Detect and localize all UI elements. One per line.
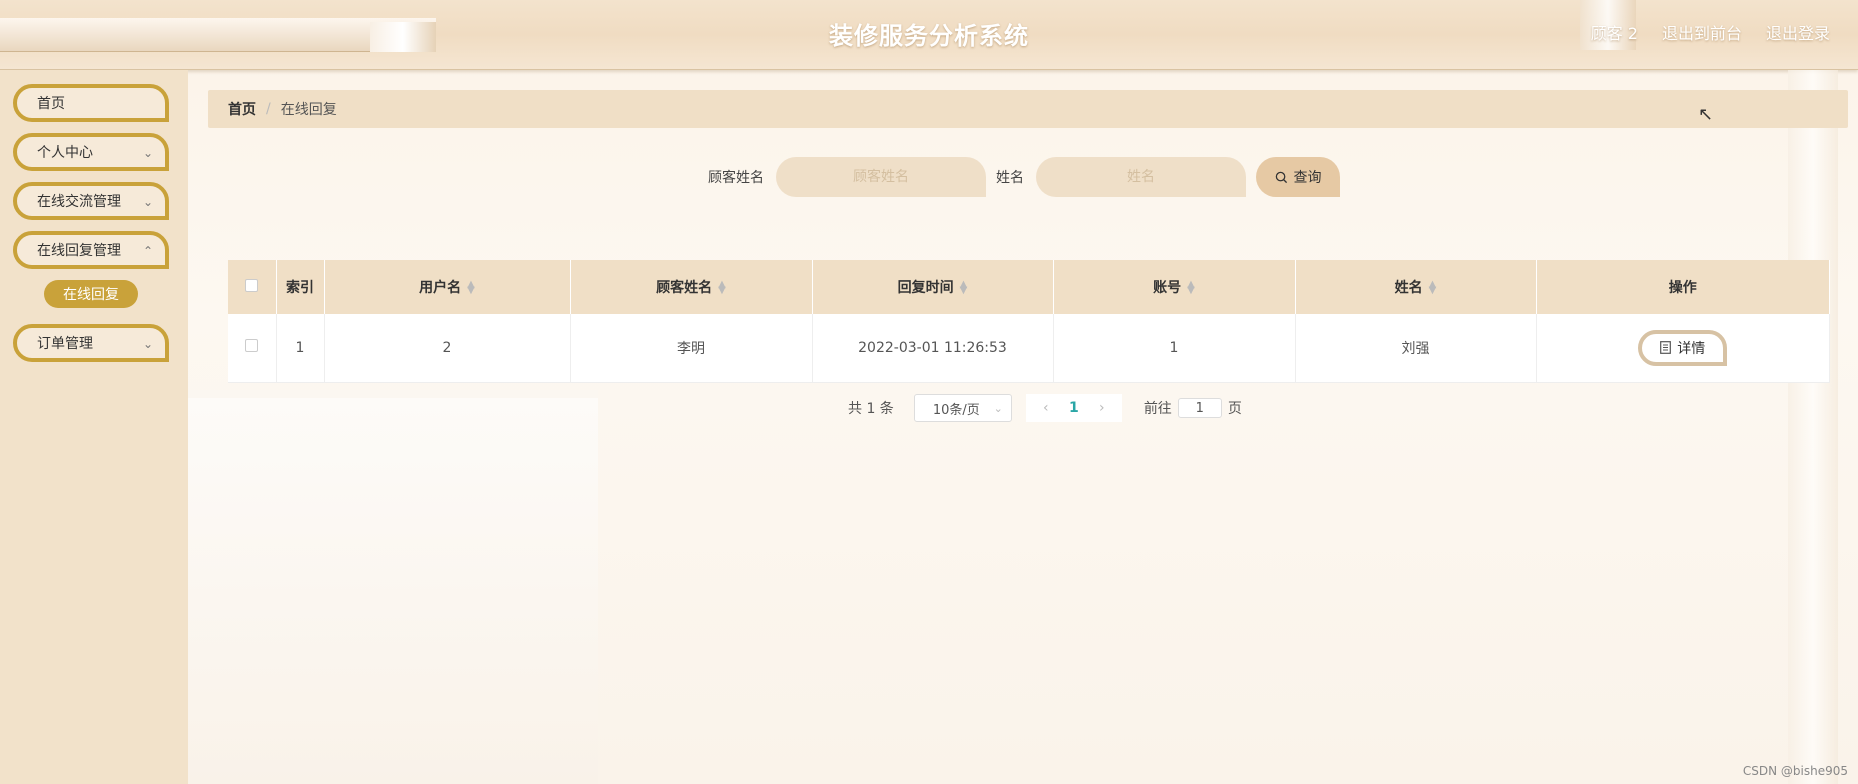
sort-icon[interactable]: ▲ ▼	[1187, 280, 1195, 296]
column-header-index: 索引	[276, 260, 325, 314]
detail-button-label: 详情	[1677, 339, 1706, 356]
name-label: 姓名	[996, 170, 1024, 186]
sidebar-item-label: 在线回复管理	[37, 243, 121, 259]
page-suffix: 页	[1227, 401, 1242, 417]
cell-username: 2	[324, 314, 571, 383]
pagination-total: 共 1 条	[848, 401, 894, 417]
column-header-username[interactable]: 用户名 ▲ ▼	[324, 260, 571, 314]
page-list: ‹ 1 ›	[1025, 394, 1122, 422]
sidebar-item-orders[interactable]: 订单管理 ⌄	[13, 324, 169, 362]
sidebar-item-label: 个人中心	[37, 145, 93, 161]
sidebar-item-home[interactable]: 首页	[13, 84, 169, 122]
current-user: 顾客 2	[1590, 24, 1638, 43]
cell-actions: 详情	[1536, 314, 1830, 383]
customer-name-input[interactable]	[776, 157, 986, 197]
sidebar-item-label: 首页	[37, 96, 65, 112]
column-header-actions: 操作	[1536, 260, 1830, 314]
logout-link[interactable]: 退出登录	[1766, 20, 1830, 44]
query-button[interactable]: 查询	[1256, 157, 1340, 197]
column-header-account[interactable]: 账号 ▲ ▼	[1053, 260, 1296, 314]
column-header-label: 姓名	[1394, 280, 1423, 296]
pagination: 共 1 条 10条/页 ⌄ ‹ 1 › 前往 页	[848, 394, 1242, 422]
cell-name: 刘强	[1295, 314, 1537, 383]
sort-icon[interactable]: ▲ ▼	[960, 280, 968, 296]
name-input[interactable]	[1036, 157, 1246, 197]
breadcrumb-home[interactable]: 首页	[228, 99, 256, 119]
customer-name-label: 顾客姓名	[708, 170, 764, 186]
watermark: CSDN @bishe905	[1742, 764, 1848, 778]
chevron-down-icon: ⌄	[993, 401, 1003, 415]
sidebar-item-online-chat[interactable]: 在线交流管理 ⌄	[13, 182, 169, 220]
column-header-customer-name[interactable]: 顾客姓名 ▲ ▼	[570, 260, 813, 314]
search-form: 顾客姓名 姓名 查询	[708, 157, 1340, 197]
detail-button[interactable]: 详情	[1638, 329, 1728, 366]
sidebar-item-label: 订单管理	[37, 336, 93, 352]
select-all-checkbox[interactable]	[245, 278, 259, 292]
query-button-label: 查询	[1293, 169, 1322, 185]
breadcrumb-current: 在线回复	[280, 102, 337, 118]
column-header-label: 账号	[1153, 280, 1182, 296]
chevron-down-icon: ⌄	[142, 195, 153, 209]
goto-page-input[interactable]	[1177, 398, 1222, 418]
back-to-front-link[interactable]: 退出到前台	[1662, 20, 1742, 44]
column-header-label: 用户名	[419, 280, 462, 296]
select-all-cell	[228, 260, 277, 314]
top-header: 装修服务分析系统 顾客 2 退出到前台 退出登录	[0, 0, 1858, 70]
sidebar-item-online-reply[interactable]: 在线回复管理 ⌃	[13, 231, 169, 269]
sort-icon[interactable]: ▲ ▼	[1429, 280, 1437, 296]
app-title: 装修服务分析系统	[829, 22, 1029, 50]
breadcrumb-separator: /	[266, 101, 271, 117]
row-select-cell	[228, 314, 277, 383]
background-decoration	[188, 390, 598, 784]
row-checkbox[interactable]	[245, 339, 259, 353]
column-header-label: 回复时间	[897, 280, 954, 296]
sidebar: 首页 个人中心 ⌄ 在线交流管理 ⌄ 在线回复管理 ⌃ 在线回复 订单管理 ⌄	[0, 70, 188, 784]
table-row: 1 2 李明 2022-03-01 11:26:53 1 刘强 详情	[228, 314, 1830, 383]
chevron-down-icon: ⌄	[142, 146, 153, 160]
sidebar-subitem-online-reply[interactable]: 在线回复	[44, 280, 138, 308]
column-header-reply-time[interactable]: 回复时间 ▲ ▼	[812, 260, 1054, 314]
sort-icon[interactable]: ▲ ▼	[467, 280, 475, 296]
column-header-name[interactable]: 姓名 ▲ ▼	[1295, 260, 1537, 314]
cell-reply-time: 2022-03-01 11:26:53	[812, 314, 1054, 383]
header-actions: 顾客 2 退出到前台 退出登录	[1591, 20, 1830, 44]
breadcrumb: 首页 / 在线回复	[208, 90, 1848, 128]
background-decoration	[1788, 70, 1838, 784]
goto-label: 前往	[1143, 401, 1172, 417]
page-number[interactable]: 1	[1060, 400, 1088, 416]
column-header-label: 顾客姓名	[656, 280, 713, 296]
main-content: 首页 / 在线回复 顾客姓名 姓名 查询 索引 用户名 ▲▼	[188, 70, 1858, 784]
page-size-select[interactable]: 10条/页 ⌄	[913, 394, 1012, 422]
page-size-value: 10条/页	[932, 402, 980, 418]
cell-customer-name: 李明	[570, 314, 813, 383]
cell-index: 1	[276, 314, 325, 383]
mouse-cursor-icon: ↖	[1698, 104, 1714, 125]
table-header-row: 索引 用户名 ▲ ▼ 顾客姓名 ▲ ▼ 回复时间 ▲ ▼ 账号 ▲ ▼ 姓名 ▲ ▼ 操作	[228, 260, 1830, 314]
sort-icon[interactable]: ▲ ▼	[718, 280, 726, 296]
chevron-up-icon: ⌃	[142, 244, 153, 258]
next-page-icon[interactable]: ›	[1088, 400, 1116, 416]
cell-account: 1	[1053, 314, 1296, 383]
document-icon	[1660, 341, 1672, 355]
prev-page-icon[interactable]: ‹	[1032, 400, 1060, 416]
chevron-down-icon: ⌄	[142, 337, 153, 351]
search-icon	[1275, 171, 1287, 183]
reply-table: 索引 用户名 ▲ ▼ 顾客姓名 ▲ ▼ 回复时间 ▲ ▼ 账号 ▲ ▼ 姓名 ▲ ▼ 操作	[228, 260, 1830, 383]
sidebar-item-label: 在线交流管理	[37, 194, 121, 210]
sidebar-item-personal-center[interactable]: 个人中心 ⌄	[13, 133, 169, 171]
